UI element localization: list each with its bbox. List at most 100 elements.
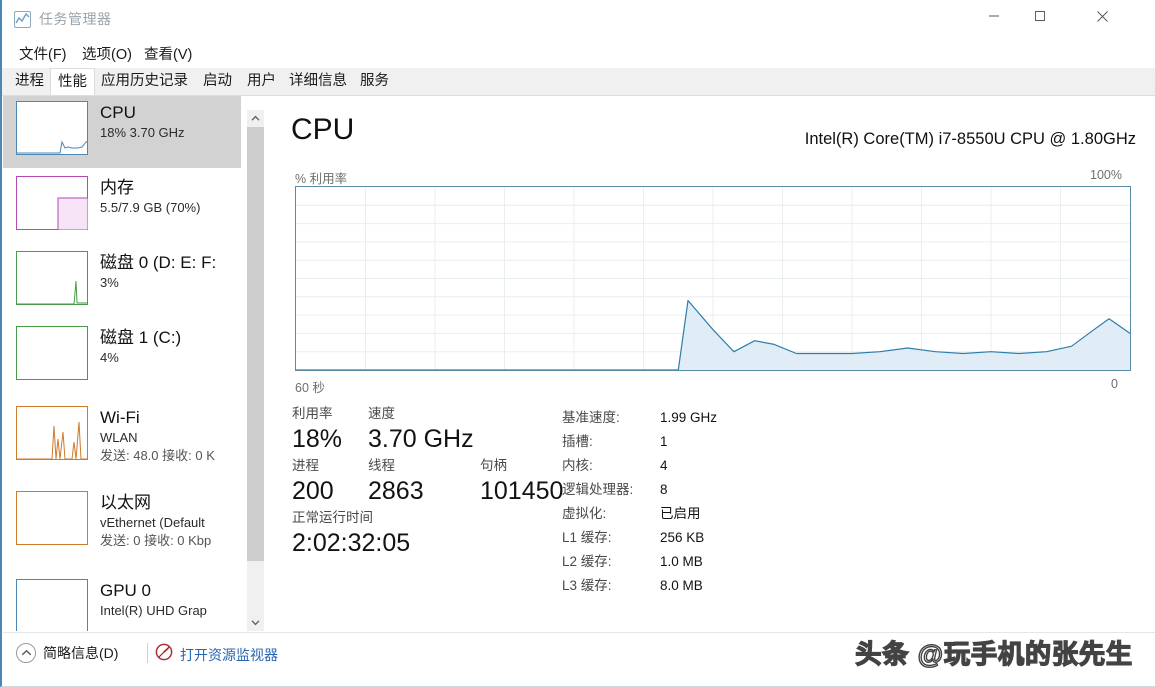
sidebar-item-subtitle: Intel(R) UHD Grap — [100, 603, 207, 618]
stat-进程: 进程 200 — [292, 457, 334, 507]
sidebar-item-title: 磁盘 0 (D: E: F: — [100, 253, 217, 272]
sidebar-item-text: CPU 18% 3.70 GHz — [100, 101, 185, 168]
stat-value: 2863 — [368, 477, 424, 505]
tab-详细信息[interactable]: 详细信息 — [282, 68, 354, 95]
stat-value: 101450 — [480, 477, 564, 505]
stat-caption: 速度 — [368, 406, 395, 421]
spec-key: 逻辑处理器: — [562, 482, 634, 497]
stat-value: 3.70 GHz — [368, 425, 474, 453]
spec-value: 已启用 — [660, 506, 701, 521]
fewer-details-label: 简略信息(D) — [43, 645, 119, 661]
sidebar-item-text: GPU 0 Intel(R) UHD Grap — [100, 579, 207, 631]
menu-item-1[interactable]: 选项(O) — [77, 41, 137, 66]
chevron-up-icon — [16, 643, 36, 663]
spec-value: 1.99 GHz — [660, 410, 718, 425]
cpu-statistics: 利用率 18% 速度 3.70 GHz 进程 200 线程 2863 句柄 101450 正常运行时… — [292, 405, 563, 561]
wifi-spikes-icon — [16, 406, 88, 460]
disk-flat-icon — [16, 326, 88, 380]
graph-x-axis-start: 60 秒 — [295, 381, 325, 395]
spec-value: 8.0 MB — [660, 578, 703, 593]
sidebar-item-text: 磁盘 0 (D: E: F: 3% — [100, 251, 216, 318]
sidebar-item-title: 以太网 — [100, 493, 151, 512]
ethernet-flat-icon — [16, 491, 88, 545]
menu-item-2[interactable]: 查看(V) — [139, 41, 197, 66]
sidebar-item-subtitle: vEthernet (Default — [100, 515, 205, 530]
spec-row: 基准速度: 1.99 GHz — [562, 406, 862, 430]
open-resource-monitor-link[interactable]: 打开资源监视器 — [155, 643, 278, 666]
scroll-down-arrow-icon[interactable] — [247, 614, 264, 631]
sidebar-item-subtitle: 18% 3.70 GHz — [100, 125, 185, 140]
sidebar-item-GPU 0[interactable]: GPU 0 Intel(R) UHD Grap — [3, 574, 241, 631]
tab-启动[interactable]: 启动 — [196, 68, 239, 95]
stat-caption: 进程 — [292, 458, 319, 473]
stat-caption: 正常运行时间 — [292, 510, 373, 525]
spec-value: 8 — [660, 482, 668, 497]
sidebar-item-以太网[interactable]: 以太网 vEthernet (Default 发送: 0 接收: 0 Kbp — [3, 486, 241, 558]
sidebar-item-text: 磁盘 1 (C:) 4% — [100, 326, 181, 393]
spec-row: 插槽: 1 — [562, 430, 862, 454]
open-resource-monitor-label: 打开资源监视器 — [180, 646, 278, 663]
menu-item-0[interactable]: 文件(F) — [14, 41, 72, 66]
spec-key: 虚拟化: — [562, 506, 607, 521]
tab-进程[interactable]: 进程 — [8, 68, 51, 95]
task-manager-icon — [14, 10, 31, 28]
maximize-button[interactable] — [1017, 0, 1063, 32]
spec-row: 逻辑处理器: 8 — [562, 478, 862, 502]
stat-value: 2:02:32:05 — [292, 529, 411, 557]
sidebar-item-detail: 发送: 0 接收: 0 Kbp — [100, 533, 212, 548]
sidebar-scrollbar-thumb[interactable] — [247, 127, 264, 561]
close-button[interactable] — [1079, 0, 1125, 32]
sidebar-item-subtitle: WLAN — [100, 430, 138, 445]
stat-句柄: 句柄 101450 — [480, 457, 563, 507]
spec-value: 256 KB — [660, 530, 705, 545]
sidebar-item-title: 磁盘 1 (C:) — [100, 328, 182, 347]
disk-sparkline-icon — [16, 251, 88, 305]
spec-key: L2 缓存: — [562, 554, 612, 569]
tab-bar: 进程 性能 应用历史记录 启动 用户 详细信息 服务 — [2, 68, 1155, 96]
sidebar-item-subtitle: 3% — [100, 275, 119, 290]
spec-key: L3 缓存: — [562, 578, 612, 593]
title-bar: 任务管理器 — [2, 0, 1155, 39]
sidebar-item-subtitle: 5.5/7.9 GB (70%) — [100, 200, 201, 215]
memory-block-icon — [16, 176, 88, 230]
sidebar-item-title: Wi-Fi — [100, 408, 140, 427]
sidebar-item-磁盘 1[interactable]: 磁盘 1 (C:) 4% — [3, 321, 241, 393]
sidebar-item-title: CPU — [100, 103, 136, 122]
stat-线程: 线程 2863 — [368, 457, 424, 507]
spec-value: 1 — [660, 434, 668, 449]
resource-sidebar[interactable]: CPU 18% 3.70 GHz 内存 5.5/7.9 GB (70%) 磁盘 0 (D… — [3, 96, 247, 631]
stat-row: 进程 200 线程 2863 句柄 101450 — [292, 457, 563, 509]
sidebar-item-Wi-Fi[interactable]: Wi-Fi WLAN 发送: 48.0 接收: 0 K — [3, 401, 241, 473]
graph-y-axis-label: % 利用率 — [295, 172, 348, 186]
title-bar-left: 任务管理器 — [14, 9, 112, 29]
sidebar-item-subtitle: 4% — [100, 350, 119, 365]
cpu-model-label: Intel(R) Core(TM) i7-8550U CPU @ 1.80GHz — [804, 130, 1136, 148]
minimize-button[interactable] — [971, 0, 1017, 32]
sidebar-item-text: 内存 5.5/7.9 GB (70%) — [100, 176, 200, 243]
scroll-up-arrow-icon[interactable] — [247, 110, 264, 127]
spec-key: L1 缓存: — [562, 530, 612, 545]
cpu-utilization-graph[interactable] — [295, 186, 1131, 371]
sidebar-item-CPU[interactable]: CPU 18% 3.70 GHz — [3, 96, 241, 168]
sidebar-item-内存[interactable]: 内存 5.5/7.9 GB (70%) — [3, 171, 241, 243]
spec-row: 虚拟化: 已启用 — [562, 502, 862, 526]
sidebar-item-text: Wi-Fi WLAN 发送: 48.0 接收: 0 K — [100, 406, 215, 473]
spec-value: 1.0 MB — [660, 554, 703, 569]
menu-bar: 文件(F) 选项(O) 查看(V) — [2, 39, 1155, 65]
stat-caption: 利用率 — [292, 406, 333, 421]
sidebar-item-磁盘 0[interactable]: 磁盘 0 (D: E: F: 3% — [3, 246, 241, 318]
stat-速度: 速度 3.70 GHz — [368, 405, 474, 455]
sidebar-item-text: 以太网 vEthernet (Default 发送: 0 接收: 0 Kbp — [100, 491, 211, 558]
spec-row: L3 缓存: 8.0 MB — [562, 574, 862, 598]
fewer-details-button[interactable]: 简略信息(D) — [16, 643, 118, 663]
stat-利用率: 利用率 18% — [292, 405, 342, 455]
tab-应用历史记录[interactable]: 应用历史记录 — [94, 68, 195, 95]
tab-性能[interactable]: 性能 — [50, 68, 95, 95]
spec-key: 基准速度: — [562, 410, 620, 425]
spec-key: 插槽: — [562, 434, 593, 449]
resource-monitor-icon — [155, 643, 173, 666]
stat-row: 正常运行时间 2:02:32:05 — [292, 509, 562, 561]
tab-服务[interactable]: 服务 — [353, 68, 396, 95]
watermark: 头条 @玩手机的张先生 — [855, 638, 1133, 669]
tab-用户[interactable]: 用户 — [240, 68, 283, 95]
